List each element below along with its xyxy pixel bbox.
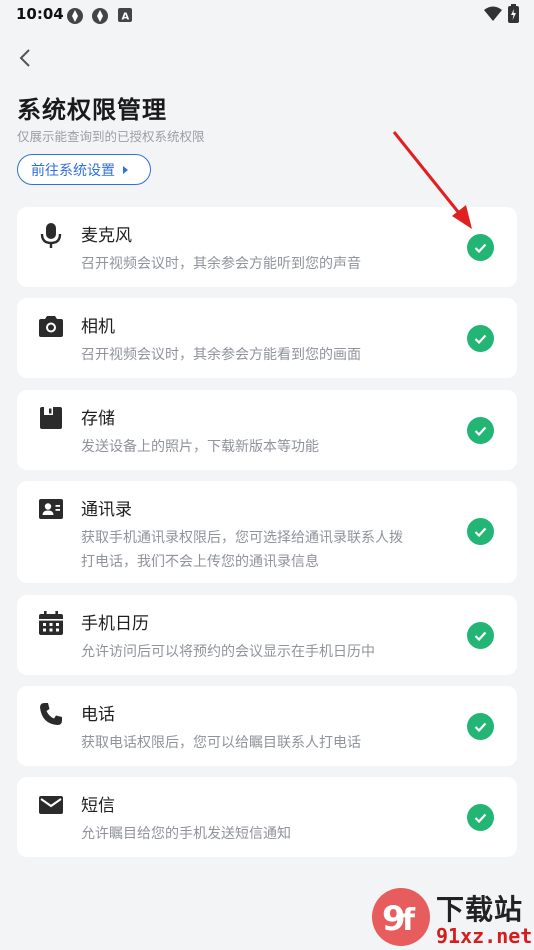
permission-card-contacts: 通讯录 获取手机通讯录权限后，您可选择给通讯录联系人拨 打电话，我们不会上传您的… (17, 481, 517, 583)
granted-check-icon (467, 417, 494, 444)
app-notification-icon (92, 8, 108, 24)
permission-description: 允许访问后可以将预约的会议显示在手机日历中 (81, 644, 375, 660)
permission-title: 通讯录 (81, 500, 132, 520)
granted-check-icon (467, 325, 494, 352)
granted-check-icon (467, 518, 494, 545)
message-icon (39, 796, 63, 814)
granted-check-icon (467, 713, 494, 740)
permission-title: 相机 (81, 317, 115, 337)
status-time: 10:04 (16, 5, 64, 23)
svg-text:f: f (402, 903, 416, 938)
permission-description: 召开视频会议时，其余参会方能看到您的画面 (81, 347, 361, 363)
granted-check-icon (467, 622, 494, 649)
svg-text:A: A (122, 12, 130, 23)
granted-check-icon (467, 234, 494, 261)
permission-card-sms: 短信 允许瞩目给您的手机发送短信通知 (17, 777, 517, 857)
calendar-icon (39, 611, 63, 635)
permission-description: 允许瞩目给您的手机发送短信通知 (81, 826, 291, 842)
camera-icon (39, 316, 63, 337)
permission-title: 短信 (81, 796, 115, 816)
page-subtitle: 仅展示能查询到的已授权系统权限 (17, 129, 205, 144)
permission-title: 存储 (81, 409, 115, 429)
permission-card-microphone: 麦克风 召开视频会议时，其余参会方能听到您的声音 (17, 207, 517, 287)
permission-title: 麦克风 (81, 226, 132, 246)
back-arrow-icon[interactable] (14, 46, 38, 70)
caret-right-icon (123, 165, 128, 174)
phone-icon (40, 703, 62, 725)
permission-card-calendar: 手机日历 允许访问后可以将预约的会议显示在手机日历中 (17, 595, 517, 675)
notification-a-icon: A (118, 8, 132, 23)
microphone-icon (40, 223, 62, 248)
permission-description: 获取电话权限后，您可以给瞩目联系人打电话 (81, 735, 361, 751)
permission-card-storage: 存储 发送设备上的照片，下载新版本等功能 (17, 390, 517, 470)
permission-title: 手机日历 (81, 614, 149, 634)
goto-settings-label: 前往系统设置 (31, 162, 115, 179)
permission-description: 获取手机通讯录权限后，您可选择给通讯录联系人拨 打电话，我们不会上传您的通讯录信… (81, 526, 461, 574)
permission-description: 召开视频会议时，其余参会方能听到您的声音 (81, 256, 361, 272)
contacts-icon (39, 499, 63, 519)
permission-card-camera: 相机 召开视频会议时，其余参会方能看到您的画面 (17, 298, 517, 378)
storage-icon (40, 407, 62, 429)
permission-title: 电话 (81, 705, 115, 725)
permission-description-line: 打电话，我们不会上传您的通讯录信息 (81, 554, 319, 570)
permission-description: 发送设备上的照片，下载新版本等功能 (81, 439, 319, 455)
granted-check-icon (467, 804, 494, 831)
status-bar: 10:04 A (0, 0, 534, 30)
battery-icon (508, 4, 519, 23)
app-notification-icon (67, 8, 83, 24)
watermark-title: 下载站 (436, 893, 524, 926)
page-title: 系统权限管理 (17, 96, 167, 124)
watermark-url: 91xz.net (436, 924, 533, 948)
permission-description-line: 获取手机通讯录权限后，您可选择给通讯录联系人拨 (81, 530, 403, 546)
goto-system-settings-button[interactable]: 前往系统设置 (17, 154, 151, 185)
wifi-icon (484, 6, 502, 21)
permission-card-phone: 电话 获取电话权限后，您可以给瞩目联系人打电话 (17, 686, 517, 766)
